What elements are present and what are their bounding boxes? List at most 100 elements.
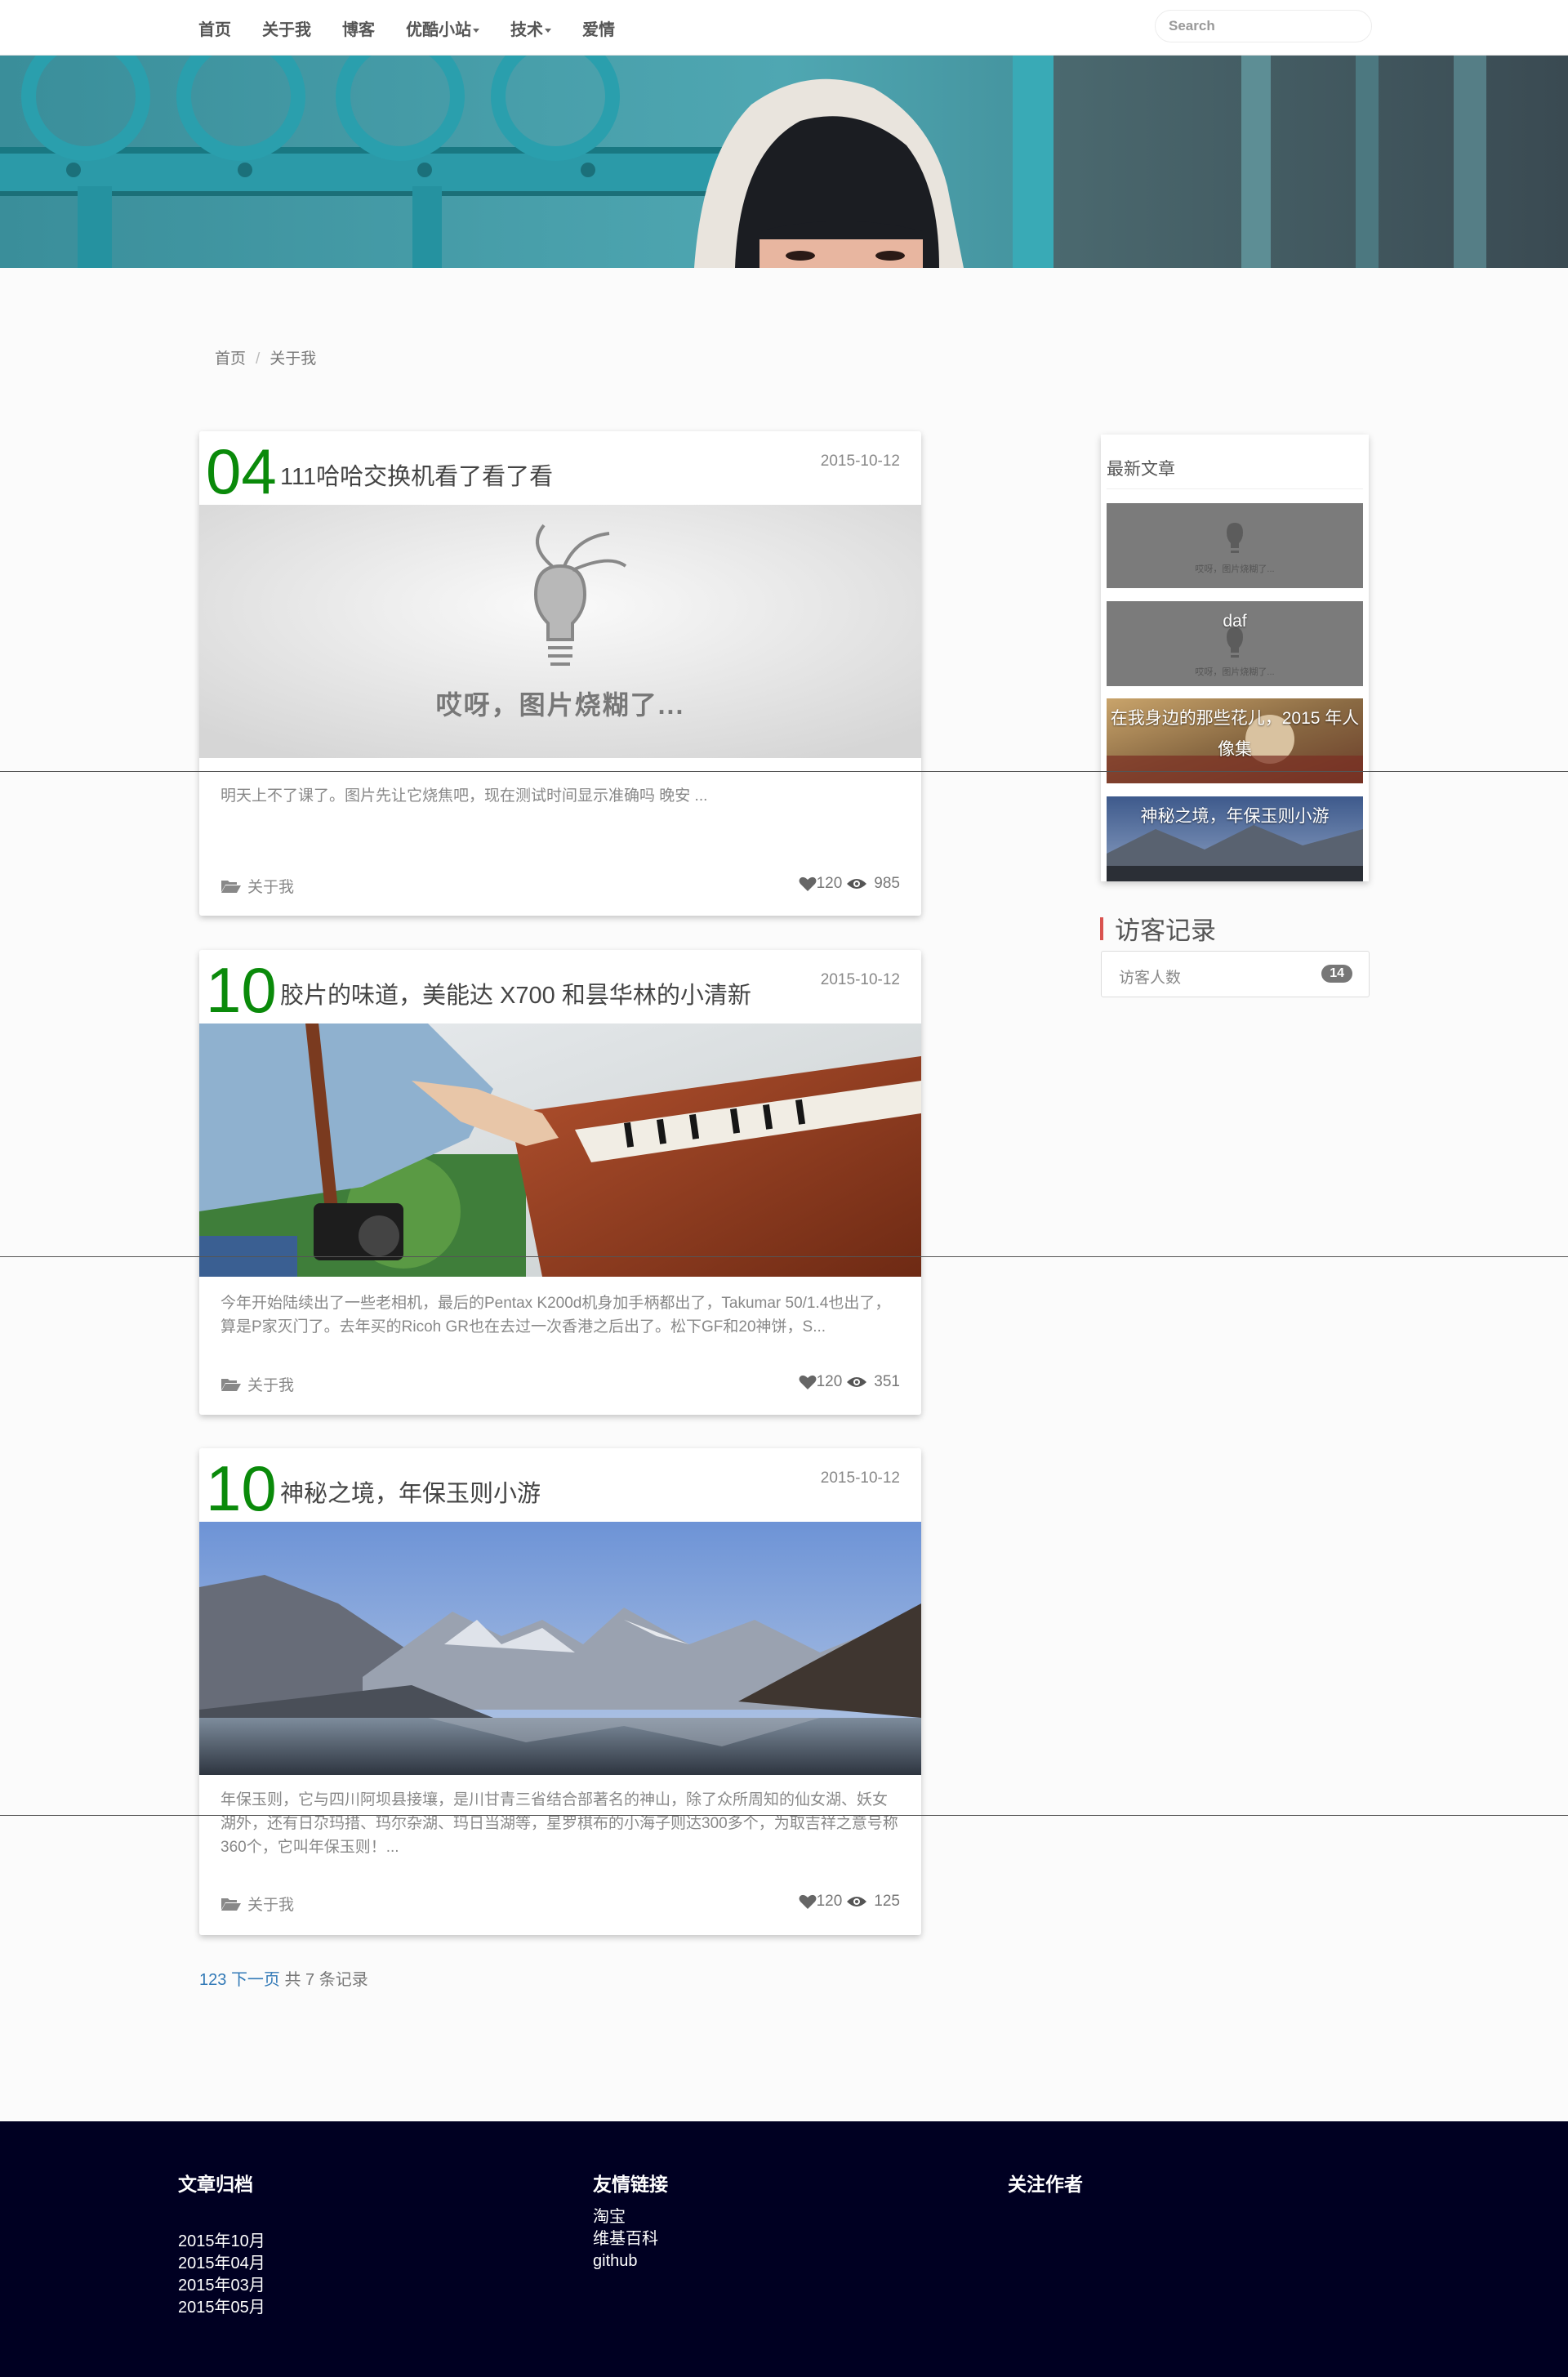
placeholder-caption: 哎呀，图片烧糊了...	[1195, 564, 1275, 574]
post-category[interactable]: 关于我	[220, 1893, 294, 1915]
recent-post-caption: 神秘之境，年保玉则小游	[1140, 807, 1330, 826]
archive-link[interactable]: 2015年03月	[178, 2275, 265, 2297]
placeholder-caption: 哎呀，图片烧糊了...	[1195, 667, 1275, 677]
post-date: 2015-10-12	[820, 1469, 900, 1487]
nav-item-label: 技术	[510, 20, 543, 39]
nav-item-home[interactable]: 首页	[198, 16, 231, 40]
friend-link[interactable]: github	[593, 2250, 668, 2272]
caret-down-icon	[545, 28, 551, 33]
post-meta: 关于我 120 125	[220, 1893, 900, 1917]
archive-link[interactable]: 2015年04月	[178, 2253, 265, 2275]
post-day-number: 10	[206, 954, 277, 1026]
accent-bar	[1100, 916, 1103, 940]
recent-post-thumb[interactable]: 哎呀，图片烧糊了... daf	[1107, 601, 1363, 686]
friend-link[interactable]: 维基百科	[593, 2228, 668, 2250]
search-input[interactable]	[1155, 10, 1372, 42]
horizontal-rule	[0, 1815, 1568, 1816]
post-date: 2015-10-12	[820, 971, 900, 988]
footer-links: 友情链接 淘宝 维基百科 github	[593, 2169, 668, 2272]
nav-menu: 首页 关于我 博客 优酷小站 技术 爱情	[198, 0, 646, 56]
nav-item-love[interactable]: 爱情	[582, 16, 615, 40]
footer-links-title: 友情链接	[593, 2174, 668, 2195]
archive-link[interactable]: 2015年05月	[178, 2297, 265, 2319]
heart-icon[interactable]	[799, 1893, 817, 1910]
post-views-count: 985	[874, 875, 900, 892]
post-day-number: 04	[206, 435, 277, 507]
breadcrumb: 首页 / 关于我	[215, 346, 316, 368]
header-banner-image	[0, 56, 1568, 268]
next-page-link[interactable]: 下一页	[231, 1971, 280, 1989]
horizontal-rule	[0, 1256, 1568, 1257]
post-likes-count: 120	[816, 875, 843, 892]
folder-open-icon	[221, 1378, 241, 1391]
recent-post-thumb[interactable]: 神秘之境，年保玉则小游	[1107, 796, 1363, 881]
recent-post-caption: daf	[1223, 612, 1247, 631]
recent-posts-panel: 最新文章 哎呀，图片烧糊了... 哎呀，图片烧糊了... daf 在我身边的那些…	[1101, 435, 1369, 881]
placeholder-caption: 哎呀，图片烧糊了...	[435, 690, 685, 720]
folder-open-icon	[221, 1898, 241, 1911]
visitor-count-label: 访客人数	[1119, 970, 1182, 987]
footer-follow: 关注作者	[1008, 2169, 1083, 2196]
visitor-section-title: 访客记录	[1100, 910, 1216, 947]
nav-item-blog[interactable]: 博客	[342, 16, 375, 40]
post-category-label: 关于我	[247, 1897, 295, 1914]
breadcrumb-current: 关于我	[270, 350, 317, 368]
nav-item-youku-dropdown[interactable]: 优酷小站	[406, 16, 479, 40]
post-title-link[interactable]: 111哈哈交换机看了看了看	[280, 457, 553, 492]
post-likes-count: 120	[816, 1373, 843, 1390]
recent-post-caption: 在我身边的那些花儿，2015 年人像集	[1110, 709, 1360, 759]
footer-follow-title: 关注作者	[1008, 2174, 1083, 2195]
post-image[interactable]	[199, 1522, 921, 1775]
footer: 文章归档 2015年10月 2015年04月 2015年03月 2015年05月…	[0, 2121, 1568, 2377]
divider	[1107, 488, 1363, 489]
visitor-count-badge: 14	[1321, 965, 1352, 983]
post-excerpt: 明天上不了课了。图片先让它烧焦吧，现在测试时间显示准确吗 晚安 ...	[220, 787, 708, 805]
heart-icon[interactable]	[799, 1374, 817, 1390]
archive-link[interactable]: 2015年10月	[178, 2231, 265, 2253]
post-image[interactable]	[199, 1023, 921, 1277]
post-card: 10 神秘之境，年保玉则小游 2015-10-12 年保玉则，它与四川阿坝县接壤…	[199, 1448, 921, 1935]
eye-icon	[847, 1897, 867, 1907]
total-records: 共 7 条记录	[284, 1971, 368, 1989]
post-title-link[interactable]: 神秘之境，年保玉则小游	[280, 1474, 541, 1509]
friend-link[interactable]: 淘宝	[593, 2206, 668, 2228]
caret-down-icon	[473, 28, 479, 33]
footer-archive: 文章归档 2015年10月 2015年04月 2015年03月 2015年05月	[178, 2169, 265, 2319]
post-views-count: 351	[874, 1373, 900, 1390]
breadcrumb-home-link[interactable]: 首页	[215, 350, 246, 368]
post-card: 10 胶片的味道，美能达 X700 和昙华林的小清新 2015-10-12 今年…	[199, 950, 921, 1415]
post-meta: 关于我 120 985	[220, 875, 900, 899]
visitor-title-text: 访客记录	[1115, 916, 1216, 945]
pagination: 123 下一页 共 7 条记录	[199, 1966, 368, 1990]
eye-icon	[847, 1377, 867, 1387]
nav-item-about[interactable]: 关于我	[262, 16, 311, 40]
post-card: 04 111哈哈交换机看了看了看 2015-10-12 哎呀，图片烧糊了... …	[199, 431, 921, 916]
post-category[interactable]: 关于我	[220, 875, 294, 897]
visitor-count-box: 访客人数 14	[1101, 951, 1370, 997]
top-navbar: 首页 关于我 博客 优酷小站 技术 爱情	[0, 0, 1568, 56]
post-category[interactable]: 关于我	[220, 1373, 294, 1395]
nav-item-label: 优酷小站	[406, 20, 471, 39]
nav-item-tech-dropdown[interactable]: 技术	[510, 16, 551, 40]
breadcrumb-separator: /	[256, 350, 261, 368]
post-date: 2015-10-12	[820, 453, 900, 470]
post-stats: 120 985	[799, 875, 900, 893]
folder-open-icon	[221, 880, 241, 893]
post-stats: 120 125	[799, 1893, 900, 1911]
post-image-placeholder[interactable]: 哎呀，图片烧糊了...	[199, 505, 921, 758]
heart-icon[interactable]	[799, 876, 817, 892]
post-views-count: 125	[874, 1893, 900, 1910]
post-excerpt: 年保玉则，它与四川阿坝县接壤，是川甘青三省结合部著名的神山，除了众所周知的仙女湖…	[220, 1791, 898, 1856]
post-excerpt: 今年开始陆续出了一些老相机，最后的Pentax K200d机身加手柄都出了，Ta…	[220, 1295, 891, 1336]
post-likes-count: 120	[816, 1893, 843, 1910]
recent-post-thumb[interactable]: 哎呀，图片烧糊了...	[1107, 503, 1363, 588]
post-category-label: 关于我	[247, 1377, 295, 1394]
post-meta: 关于我 120 351	[220, 1373, 900, 1398]
post-title-link[interactable]: 胶片的味道，美能达 X700 和昙华林的小清新	[280, 976, 751, 1010]
footer-archive-title: 文章归档	[178, 2174, 253, 2195]
post-day-number: 10	[206, 1452, 277, 1524]
horizontal-rule	[0, 771, 1568, 772]
recent-posts-title: 最新文章	[1107, 460, 1175, 479]
page-number-links[interactable]: 123	[199, 1971, 226, 1989]
eye-icon	[847, 879, 867, 889]
